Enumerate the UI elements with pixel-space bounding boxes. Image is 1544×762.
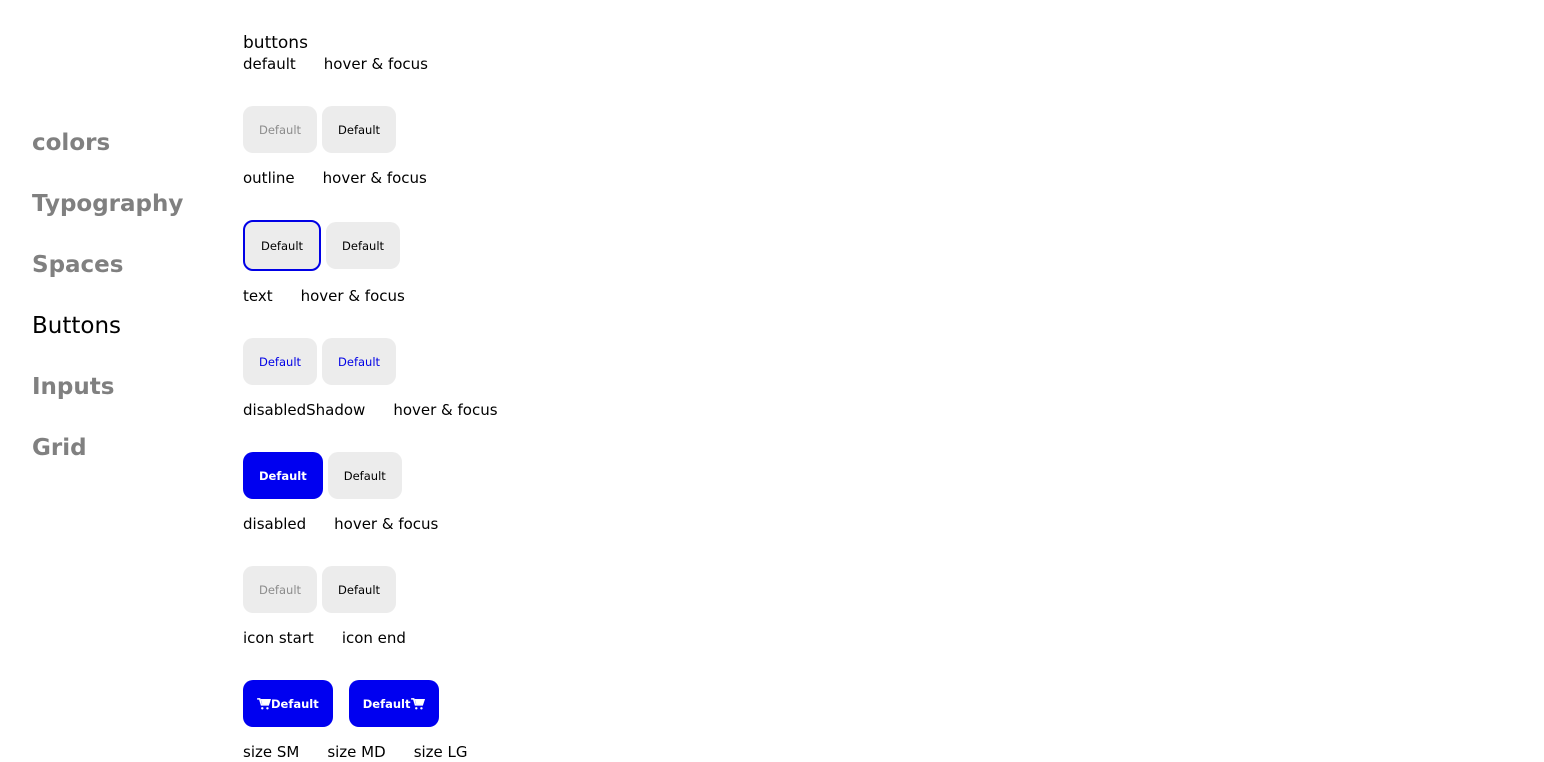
default-buttons: Default Default [243, 106, 397, 153]
section-label-disabled-hover: hover & focus [334, 515, 439, 533]
section-label-icon-end: icon end [341, 629, 406, 647]
disabled-hover-button[interactable]: Default [322, 566, 397, 613]
section-label-text: text [243, 287, 273, 305]
outline-buttons: Default Default [243, 220, 401, 271]
outline-hover-button[interactable]: Default [326, 222, 401, 269]
cart-icon [410, 697, 425, 709]
size-label-sm: size SM [243, 743, 300, 761]
size-label-row: size SM size MD size LG [243, 742, 496, 762]
icon-buttons: Default Default [243, 680, 439, 727]
outline-label-row: outline hover & focus [243, 168, 455, 188]
cart-icon [257, 697, 271, 709]
sidebar-nav: colors Typography Spaces Buttons Inputs … [32, 124, 232, 490]
text-hover-button[interactable]: Default [322, 338, 397, 385]
default-hover-button[interactable]: Default [322, 106, 397, 153]
sidebar-item-spaces[interactable]: Spaces [32, 246, 232, 307]
icon-end-button-label: Default [362, 696, 411, 711]
disabled-shadow-label-row: disabledShadow hover & focus [243, 400, 526, 420]
section-label-default-hover: hover & focus [323, 55, 428, 73]
section-label-disabled: disabled [243, 515, 307, 533]
outline-button[interactable]: Default [243, 220, 322, 271]
text-label-row: text hover & focus [243, 286, 433, 306]
icon-start-button[interactable]: Default [243, 680, 333, 727]
size-label-lg: size LG [413, 743, 468, 761]
section-label-outline: outline [243, 169, 295, 187]
size-label-md: size MD [327, 743, 386, 761]
page-title: buttons [243, 33, 308, 53]
sidebar-item-colors[interactable]: colors [32, 124, 232, 185]
section-label-outline-hover: hover & focus [322, 169, 427, 187]
default-label-row: default hover & focus [243, 54, 456, 74]
icon-label-row: icon start icon end [243, 628, 434, 648]
disabled-buttons: Default Default [243, 566, 397, 613]
disabled-shadow-button[interactable]: Default [243, 452, 323, 499]
icon-end-button[interactable]: Default [348, 680, 439, 727]
icon-start-button-label: Default [271, 696, 319, 711]
disabled-button[interactable]: Default [243, 566, 318, 613]
text-buttons: Default Default [243, 338, 397, 385]
disabled-shadow-hover-button[interactable]: Default [327, 452, 402, 499]
section-label-text-hover: hover & focus [300, 287, 405, 305]
section-label-icon-start: icon start [243, 629, 314, 647]
text-button[interactable]: Default [243, 338, 318, 385]
disabled-shadow-buttons: Default Default [243, 452, 402, 499]
default-button[interactable]: Default [243, 106, 318, 153]
sidebar-item-typography[interactable]: Typography [32, 185, 232, 246]
section-label-disabled-shadow: disabledShadow [243, 401, 366, 419]
sidebar-item-grid[interactable]: Grid [32, 429, 232, 490]
section-label-default: default [243, 55, 296, 73]
sidebar-item-buttons[interactable]: Buttons [32, 307, 232, 368]
disabled-label-row: disabled hover & focus [243, 514, 466, 534]
section-label-disabled-shadow-hover: hover & focus [393, 401, 498, 419]
sidebar-item-inputs[interactable]: Inputs [32, 368, 232, 429]
